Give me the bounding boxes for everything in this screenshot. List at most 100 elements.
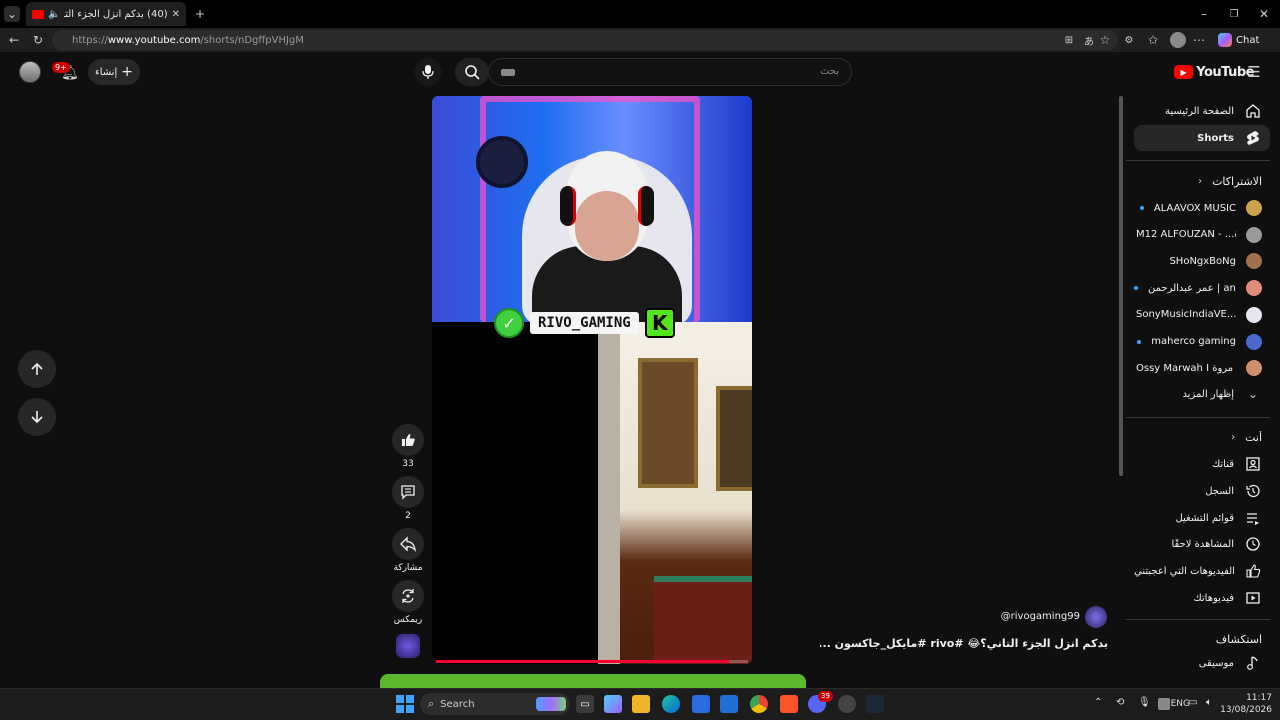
mail-icon[interactable] xyxy=(720,695,738,713)
youtube-favicon-icon xyxy=(32,9,44,19)
brave-icon[interactable] xyxy=(780,695,798,713)
new-tab-icon[interactable]: + xyxy=(192,6,208,22)
share-icon xyxy=(400,536,416,552)
channel-avatar xyxy=(1246,360,1262,377)
create-button[interactable]: إنشاء + xyxy=(88,59,140,85)
verified-check-icon: ✓ xyxy=(494,308,524,338)
sidebar-channel-item[interactable]: ALAAVOX MUSIC xyxy=(1134,195,1270,221)
remix-button[interactable] xyxy=(392,580,424,612)
close-window-icon[interactable]: ✕ xyxy=(1256,6,1272,22)
sidebar-channel-item[interactable]: SHoNgxBoNg xyxy=(1134,248,1270,274)
sound-source-avatar[interactable] xyxy=(396,634,420,658)
tab-list-chevron-icon[interactable]: ⌄ xyxy=(4,6,20,22)
sidebar-channel-item[interactable]: M12 ALFOUZAN - ...ة xyxy=(1134,222,1270,248)
maximize-icon[interactable]: ❐ xyxy=(1226,6,1242,22)
search-icon: ⌕ xyxy=(428,697,435,710)
back-icon[interactable]: ← xyxy=(6,32,22,48)
voice-search-button[interactable] xyxy=(414,58,442,86)
subscriptions-label: الاشتراكات xyxy=(1212,174,1262,188)
copilot-chat-button[interactable]: Chat xyxy=(1218,32,1266,48)
extensions-icon[interactable]: ⚙ xyxy=(1122,33,1136,47)
speaker-icon[interactable]: 🔈 xyxy=(48,9,60,20)
chat-label: Chat xyxy=(1236,34,1260,46)
your-videos-icon xyxy=(1244,589,1262,607)
favorites-icon[interactable]: ✩ xyxy=(1146,33,1160,47)
app-icon[interactable] xyxy=(838,695,856,713)
sidebar-item-music[interactable]: موسيقى xyxy=(1134,650,1270,676)
tray-app-icon[interactable]: ⟲ xyxy=(1116,697,1124,708)
chrome-icon[interactable] xyxy=(750,695,768,713)
clock-time[interactable]: 11:17 xyxy=(1222,693,1272,703)
sidebar-item-playlists[interactable]: قوائم التشغيل xyxy=(1134,505,1270,531)
discord-badge: 39 xyxy=(818,691,833,702)
show-more-button[interactable]: إظهار المزيد ⌄ xyxy=(1134,381,1270,407)
next-video-preview[interactable] xyxy=(380,674,806,688)
comment-icon xyxy=(401,485,415,500)
sidebar-channel-item[interactable]: Ossy Marwah I مروة ... xyxy=(1134,355,1270,381)
search-input[interactable]: بحث xyxy=(488,58,852,86)
reload-icon[interactable]: ↻ xyxy=(30,32,46,48)
volume-icon[interactable]: 🔈︎ xyxy=(1206,697,1212,708)
video-progress-bar[interactable] xyxy=(436,660,748,663)
sidebar-item-your-channel[interactable]: قناتك xyxy=(1134,451,1270,477)
create-label: إنشاء xyxy=(95,66,118,78)
profile-avatar-icon[interactable] xyxy=(1170,32,1186,48)
url-path: /shorts/nDgffpVHJgM xyxy=(200,34,304,46)
sidebar-item-liked-videos[interactable]: الفيديوهات التي أعجبتني xyxy=(1134,558,1270,584)
sidebar-divider xyxy=(1126,417,1270,418)
start-button[interactable] xyxy=(396,695,414,713)
sidebar-item-home[interactable]: الصفحة الرئيسية xyxy=(1134,98,1270,124)
taskbar-search[interactable]: ⌕ Search xyxy=(420,693,570,715)
sidebar-channel-item[interactable]: SonyMusicIndiaVE... xyxy=(1134,302,1270,328)
file-explorer-icon[interactable] xyxy=(632,695,650,713)
search-button[interactable] xyxy=(455,58,489,86)
clock-date[interactable]: 13/08/2026 xyxy=(1216,705,1272,715)
next-short-button[interactable] xyxy=(18,398,56,436)
account-avatar[interactable] xyxy=(19,61,41,83)
edge-browser-icon[interactable] xyxy=(662,695,680,713)
discord-icon[interactable]: 39 xyxy=(808,691,833,713)
short-video-player[interactable]: ✓ RIVO_GAMING K xyxy=(432,96,752,664)
you-heading[interactable]: › أنت xyxy=(1134,424,1270,450)
network-icon[interactable]: ▭ xyxy=(1188,697,1197,708)
comments-button[interactable] xyxy=(392,476,424,508)
sidebar-item-your-videos[interactable]: فيديوهاتك xyxy=(1134,585,1270,611)
address-bar[interactable]: https:// www.youtube.com /shorts/nDgffpV… xyxy=(52,30,1118,50)
hamburger-menu-icon[interactable]: ☰ xyxy=(1244,62,1264,82)
steam-icon[interactable] xyxy=(866,695,884,713)
sidebar-scrollbar[interactable] xyxy=(1119,96,1123,476)
home-icon xyxy=(1244,102,1262,120)
youtube-logo[interactable]: ▶ YouTube xyxy=(1174,64,1254,80)
microphone-tray-icon[interactable]: 🎙︎ xyxy=(1138,697,1151,708)
sidebar-divider xyxy=(1126,160,1270,161)
keyboard-icon[interactable] xyxy=(501,69,515,76)
chevron-right-icon: › xyxy=(1231,431,1236,443)
close-tab-icon[interactable]: ✕ xyxy=(172,9,180,20)
channel-handle[interactable]: @rivogaming99 xyxy=(990,611,1080,622)
minimize-icon[interactable]: – xyxy=(1196,6,1212,22)
sidebar-channel-item[interactable]: maherco gaming xyxy=(1134,329,1270,355)
thumbs-up-icon xyxy=(1244,562,1262,580)
previous-short-button[interactable] xyxy=(18,350,56,388)
translate-icon[interactable]: あ xyxy=(1082,33,1096,48)
language-indicator[interactable]: ENG xyxy=(1160,699,1190,709)
task-view-icon[interactable]: ▭ xyxy=(576,695,594,713)
more-menu-icon[interactable]: ⋯ xyxy=(1192,33,1206,47)
comment-count: 2 xyxy=(405,511,411,521)
favorite-star-icon[interactable]: ☆ xyxy=(1098,33,1112,47)
tray-overflow-icon[interactable]: ⌃ xyxy=(1094,697,1102,708)
sidebar-item-history[interactable]: السجل xyxy=(1134,478,1270,504)
share-button[interactable] xyxy=(392,528,424,560)
sidebar-item-shorts[interactable]: Shorts xyxy=(1134,125,1270,151)
app-install-icon[interactable]: ⊞ xyxy=(1062,33,1076,47)
new-content-dot xyxy=(1137,339,1142,344)
channel-avatar[interactable] xyxy=(1085,606,1107,628)
browser-tab[interactable]: 🔈 (40) بدكم انزل الجزء التاني؟😂 ✕ xyxy=(26,2,186,26)
like-button[interactable] xyxy=(392,424,424,456)
store-icon[interactable] xyxy=(692,695,710,713)
sidebar-item-watch-later[interactable]: المشاهدة لاحقًا xyxy=(1134,531,1270,557)
copilot-app-icon[interactable] xyxy=(604,695,622,713)
notifications-button[interactable]: 🔔︎ 9+ xyxy=(52,62,80,84)
subscriptions-heading[interactable]: › الاشتراكات xyxy=(1134,168,1270,194)
sidebar-channel-item[interactable]: عمر عبدالرحمن | an... xyxy=(1134,275,1270,301)
